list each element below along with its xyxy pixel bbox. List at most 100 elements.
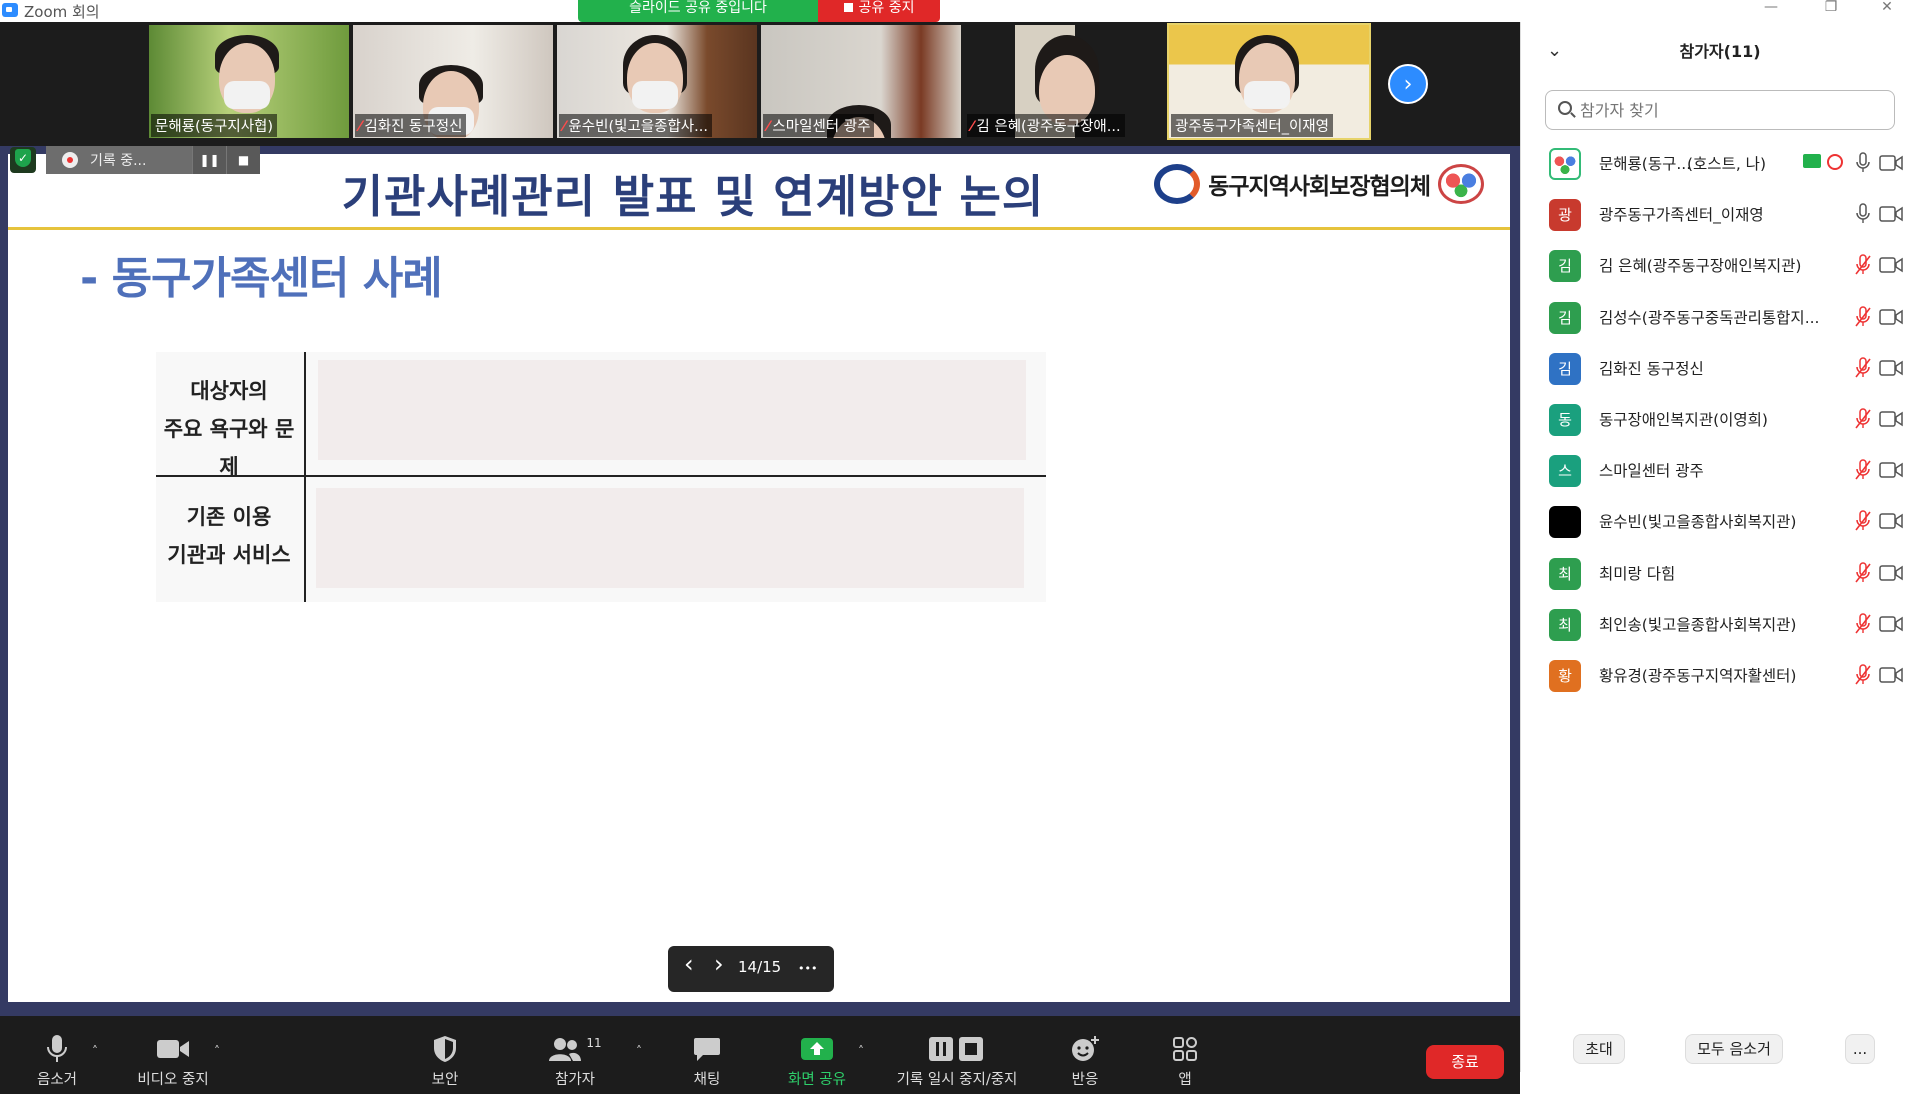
mic-muted-icon[interactable] (1853, 357, 1873, 379)
chat-bubble-icon (652, 1032, 762, 1066)
participant-row[interactable]: 김 김화진 동구정신 (1521, 343, 1918, 394)
video-camera-icon[interactable] (1879, 564, 1903, 581)
record-controls-icon (882, 1032, 1032, 1066)
mic-muted-icon[interactable] (1853, 612, 1873, 635)
participant-row[interactable]: 최 최미랑 다힘 (1521, 548, 1918, 599)
mic-muted-icon[interactable] (1853, 561, 1873, 584)
mic-muted-icon[interactable] (1853, 664, 1873, 686)
participants-button[interactable]: 11 참가자 (520, 1032, 630, 1089)
council-logo-icon (1154, 164, 1201, 204)
avatar: 광 (1549, 199, 1581, 232)
participant-search-input[interactable] (1580, 98, 1880, 122)
share-options-caret[interactable]: ˄ (858, 1044, 864, 1058)
participant-row[interactable]: 최 최인송(빛고을종합사회복지관) (1521, 599, 1918, 650)
thumbnail-name: 문해룡(동구지사협) (151, 114, 278, 137)
share-banner: 슬라이드 공유 중입니다 공유 중지 (578, 0, 940, 22)
window-titlebar: Zoom 회의 — ❐ ✕ (0, 0, 1918, 22)
participant-name: 동구장애인복지관(이영희) (1599, 410, 1768, 429)
participant-name: 최인송(빛고을종합사회복지관) (1599, 615, 1797, 634)
audio-options-caret[interactable]: ˄ (92, 1044, 98, 1058)
pause-stop-recording-button[interactable]: 기록 일시 중지/중지 (882, 1032, 1032, 1089)
close-button[interactable]: ✕ (1862, 0, 1912, 22)
video-camera-icon[interactable] (1879, 257, 1903, 274)
minimize-button[interactable]: — (1746, 0, 1796, 22)
participant-row[interactable]: 문해룡(동구... (호스트, 나) (1521, 138, 1918, 189)
mic-muted-icon: ⁄ (971, 119, 974, 135)
video-thumbnail[interactable]: ⁄ 윤수빈(빛고을종합사... (557, 25, 757, 138)
participants-options-caret[interactable]: ˄ (636, 1044, 642, 1058)
participant-row[interactable]: 윤수빈(빛고을종합사회복지관) (1521, 496, 1918, 547)
chevron-right-icon: › (1403, 72, 1413, 97)
participant-search-field[interactable] (1545, 90, 1895, 130)
participant-row[interactable]: 황 황유경(광주동구지역자활센터) (1521, 650, 1918, 701)
share-screen-button[interactable]: 화면 공유 (762, 1032, 872, 1089)
recording-indicator: 기록 중... ❚❚ ■ (46, 146, 260, 174)
mic-muted-icon[interactable] (1853, 254, 1873, 276)
avatar: 황 (1549, 659, 1581, 692)
pause-recording-button[interactable]: ❚❚ (192, 146, 226, 174)
more-options-button[interactable]: ... (1845, 1034, 1875, 1064)
meeting-toolbar: 음소거 ˄ 비디오 중지 ˄ 보안 11 참가자 ˄ 채팅 화면 공유 ˄ 기록… (0, 1028, 1520, 1094)
recording-bar: 기록 중... ❚❚ ■ (10, 146, 260, 174)
participant-row[interactable]: 스 스마일센터 광주 (1521, 445, 1918, 496)
participant-row[interactable]: 광 광주동구가족센터_이재영 (1521, 189, 1918, 240)
mic-muted-icon[interactable] (1853, 510, 1873, 532)
participant-name: 광주동구가족센터_이재영 (1599, 206, 1764, 225)
video-thumbnail[interactable]: ⁄ 김화진 동구정신 (353, 25, 553, 138)
video-camera-icon[interactable] (1879, 308, 1903, 325)
participant-row[interactable]: 동 동구장애인복지관(이영희) (1521, 394, 1918, 445)
stop-recording-button[interactable]: ■ (226, 146, 260, 174)
search-icon (1558, 101, 1572, 115)
slide-divider (8, 227, 1510, 230)
avatar: 김 (1549, 301, 1581, 334)
slide-more-button[interactable]: ••• (798, 962, 817, 975)
video-camera-icon[interactable] (1879, 462, 1903, 478)
video-camera-icon[interactable] (1879, 411, 1903, 427)
video-thumbnail[interactable]: ⁄ 김 은혜(광주동구장애... (965, 25, 1165, 138)
video-camera-icon[interactable] (1879, 667, 1903, 683)
case-table: 대상자의 주요 욕구와 문제 기존 이용 기관과 서비스 (156, 352, 1046, 602)
next-thumbnails-button[interactable]: › (1388, 64, 1428, 104)
stop-share-button[interactable]: 공유 중지 (818, 0, 940, 22)
participant-name: 황유경(광주동구지역자활센터) (1599, 666, 1797, 685)
stop-video-button[interactable]: 비디오 중지 (118, 1032, 228, 1089)
video-camera-icon[interactable] (1879, 155, 1903, 171)
previous-slide-button[interactable]: ‹ (684, 950, 694, 978)
microphone-icon[interactable] (1853, 152, 1873, 174)
mic-muted-icon[interactable] (1853, 305, 1873, 328)
end-meeting-button[interactable]: 종료 (1426, 1045, 1504, 1079)
video-camera-icon[interactable] (1879, 360, 1903, 376)
video-thumbnail-strip: 문해룡(동구지사협) ⁄ 김화진 동구정신 ⁄ 윤수빈(빛고을종합사... ⁄ 스마일… (0, 22, 1520, 144)
video-camera-icon[interactable] (1879, 206, 1903, 222)
security-button[interactable]: 보안 (390, 1032, 500, 1089)
slide-subtitle: - 동구가족센터 사례 (80, 253, 443, 304)
apps-button[interactable]: 앱 (1130, 1032, 1240, 1089)
video-camera-icon[interactable] (1879, 615, 1903, 632)
invite-button[interactable]: 초대 (1573, 1034, 1625, 1064)
thumbnail-name: ⁄ 김 은혜(광주동구장애... (967, 114, 1125, 137)
restore-button[interactable]: ❐ (1806, 0, 1856, 22)
mic-muted-icon[interactable] (1853, 459, 1873, 481)
chat-button[interactable]: 채팅 (652, 1032, 762, 1089)
emoji-icon (1030, 1032, 1140, 1066)
host-label: (호스트, 나) (1687, 155, 1766, 173)
video-thumbnail[interactable]: 문해룡(동구지사협) (149, 25, 349, 138)
panel-header: ⌄ 참가자(11) (1521, 38, 1918, 68)
next-slide-button[interactable]: › (714, 950, 724, 978)
mic-muted-icon[interactable] (1853, 408, 1873, 430)
mute-button[interactable]: 음소거 (2, 1032, 112, 1089)
reactions-button[interactable]: 반응 (1030, 1032, 1140, 1089)
video-options-caret[interactable]: ˄ (214, 1044, 220, 1058)
participant-name: 최미랑 다힘 (1599, 564, 1676, 583)
video-thumbnail-active-speaker[interactable]: 광주동구가족센터_이재영 (1167, 23, 1371, 140)
video-thumbnail[interactable]: ⁄ 스마일센터 광주 (761, 25, 961, 138)
avatar: 스 (1549, 455, 1581, 488)
slide-content: 기관사례관리 발표 및 연계방안 논의 동구지역사회보장협의체 - 동구가족센터… (8, 154, 1510, 1002)
video-camera-icon (118, 1032, 228, 1066)
video-camera-icon[interactable] (1879, 513, 1903, 530)
participant-row[interactable]: 김 김 은혜(광주동구장애인복지관) (1521, 240, 1918, 291)
mute-all-button[interactable]: 모두 음소거 (1685, 1034, 1783, 1064)
slide-logo-text: 동구지역사회보장협의체 (1208, 174, 1431, 200)
microphone-icon[interactable] (1853, 203, 1873, 225)
participant-row[interactable]: 김 김성수(광주동구중독관리통합지... (1521, 292, 1918, 343)
